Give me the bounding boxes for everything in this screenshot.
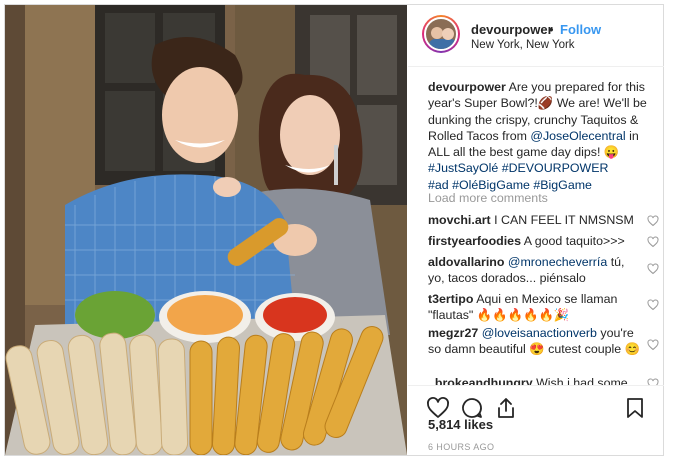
- comment-like-heart-icon[interactable]: [647, 215, 659, 227]
- comment-mention[interactable]: @loveisanactionverb: [482, 326, 597, 340]
- comment-username[interactable]: megzr27: [428, 326, 478, 340]
- tongue-emoji: 😛: [603, 145, 620, 160]
- instagram-post: devourpower • Follow New York, New York …: [4, 4, 664, 456]
- comment-username[interactable]: firstyearfoodies: [428, 234, 521, 248]
- post-photo[interactable]: [5, 5, 407, 455]
- comment-like-heart-icon[interactable]: [647, 236, 659, 248]
- comment-text: A good taquito>>>: [523, 234, 625, 248]
- follow-button[interactable]: Follow: [560, 22, 601, 37]
- comment-item: movchi.art I CAN FEEL IT NMSNSM: [428, 212, 640, 228]
- comment-item: _brokeandhungry Wish i had some: [428, 375, 640, 385]
- comment-like-heart-icon[interactable]: [647, 299, 659, 311]
- load-more-comments-link[interactable]: Load more comments: [428, 191, 548, 205]
- comment-like-heart-icon[interactable]: [647, 263, 659, 275]
- post-location[interactable]: New York, New York: [471, 39, 575, 51]
- comment-username[interactable]: _brokeandhungry: [428, 376, 533, 385]
- profile-avatar[interactable]: [424, 17, 458, 51]
- comment-item: aldovallarino @mronecheverría tú, yo, ta…: [428, 254, 640, 287]
- comment-item: firstyearfoodies A good taquito>>>: [428, 233, 640, 249]
- comment-username[interactable]: t3ertipo: [428, 292, 473, 306]
- post-header: devourpower • Follow New York, New York: [408, 5, 664, 67]
- comments-section[interactable]: devourpower Are you prepared for this ye…: [408, 67, 664, 385]
- comment-mention[interactable]: @mronecheverría: [508, 255, 607, 269]
- bookmark-icon[interactable]: [623, 396, 647, 420]
- post-timestamp[interactable]: 6 HOURS AGO: [428, 442, 494, 452]
- caption-username[interactable]: devourpower: [428, 80, 506, 94]
- likes-count[interactable]: 5,814 likes: [428, 417, 493, 432]
- post-caption: devourpower Are you prepared for this ye…: [428, 79, 656, 193]
- post-side-panel: devourpower • Follow New York, New York …: [408, 5, 664, 455]
- comment-item: t3ertipo Aqui en Mexico se llaman "flaut…: [428, 291, 640, 324]
- separator-dot: •: [549, 22, 554, 37]
- comment-like-heart-icon[interactable]: [647, 339, 659, 351]
- post-username[interactable]: devourpower: [471, 22, 553, 37]
- comment-like-heart-icon[interactable]: [647, 378, 659, 385]
- comment-username[interactable]: aldovallarino: [428, 255, 504, 269]
- share-upload-icon[interactable]: [494, 396, 518, 420]
- comment-username[interactable]: movchi.art: [428, 213, 491, 227]
- comment-text: I CAN FEEL IT NMSNSM: [494, 213, 634, 227]
- post-image: [5, 5, 407, 455]
- comment-item: megzr27 @loveisanactionverb you're so da…: [428, 325, 640, 358]
- football-emoji: 🏈: [537, 96, 554, 111]
- caption-hashtags-2[interactable]: #ad #OléBigGame #BigGame: [428, 178, 592, 192]
- caption-mention[interactable]: @JoseOlecentral: [530, 129, 625, 143]
- caption-hashtags-1[interactable]: #JustSayOlé #DEVOURPOWER: [428, 161, 608, 175]
- profile-avatar-ring[interactable]: [422, 15, 460, 53]
- comment-text: Wish i had some: [536, 376, 628, 385]
